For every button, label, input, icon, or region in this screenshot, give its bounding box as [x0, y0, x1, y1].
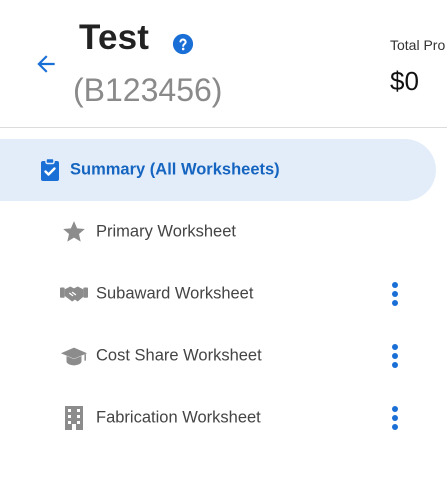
worksheet-item-cost-share[interactable]: Cost Share Worksheet	[0, 325, 447, 387]
project-id: (B123456)	[73, 72, 223, 108]
more-options-icon[interactable]	[384, 341, 406, 371]
worksheet-item-fabrication[interactable]: Fabrication Worksheet	[0, 387, 447, 449]
arrow-left-icon	[37, 55, 55, 73]
page-title: Test	[79, 18, 150, 57]
worksheet-item-summary[interactable]: Summary (All Worksheets)	[0, 139, 436, 201]
more-options-icon[interactable]	[384, 403, 406, 433]
total-value: $0	[390, 66, 419, 96]
worksheet-label: Subaward Worksheet	[96, 284, 254, 303]
worksheet-item-subaward[interactable]: Subaward Worksheet	[0, 263, 447, 325]
graduation-cap-icon	[60, 342, 88, 370]
header-divider	[0, 127, 447, 128]
back-button[interactable]	[28, 48, 64, 80]
worksheet-label: Cost Share Worksheet	[96, 346, 262, 365]
building-icon	[60, 404, 88, 432]
worksheet-list: Summary (All Worksheets) Primary Workshe…	[0, 139, 447, 449]
worksheet-label: Primary Worksheet	[96, 222, 236, 241]
clipboard-check-icon	[36, 156, 64, 184]
more-options-icon[interactable]	[384, 279, 406, 309]
worksheet-item-primary[interactable]: Primary Worksheet	[0, 201, 447, 263]
star-icon	[60, 218, 88, 246]
help-icon[interactable]	[172, 33, 194, 55]
total-label: Total Pro	[390, 37, 446, 53]
worksheet-label: Fabrication Worksheet	[96, 408, 261, 427]
worksheet-label: Summary (All Worksheets)	[70, 160, 280, 179]
handshake-icon	[60, 280, 88, 308]
